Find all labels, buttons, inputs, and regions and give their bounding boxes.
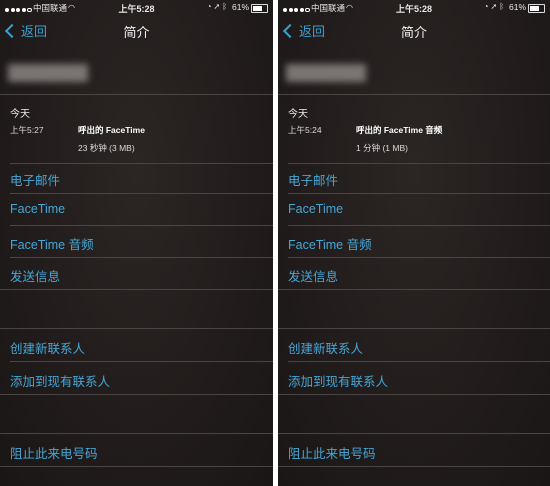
create-new-contact-button[interactable]: 创建新联系人: [10, 338, 85, 357]
contact-name-blurred: [286, 64, 366, 82]
add-to-existing-contact-button[interactable]: 添加到现有联系人: [288, 371, 388, 390]
recents-heading: 今天: [10, 109, 30, 120]
divider: [10, 163, 273, 164]
call-time: 上午5:24: [288, 125, 322, 135]
page-title: 简介: [123, 25, 150, 40]
facetime-button[interactable]: FaceTime: [10, 202, 65, 216]
status-icons: ◔➚ᛒ: [484, 2, 506, 11]
divider: [10, 193, 273, 194]
divider: [0, 466, 273, 467]
facetime-audio-button[interactable]: FaceTime 音频: [10, 234, 94, 253]
battery-percent: 61%: [231, 2, 249, 12]
status-bar: 中国联通 ◠ 上午5:28 ◔➚ᛒ 61%: [278, 0, 550, 16]
battery-icon: [528, 4, 545, 13]
divider: [0, 433, 273, 434]
create-new-contact-button[interactable]: 创建新联系人: [288, 338, 363, 357]
divider: [288, 163, 550, 164]
add-to-existing-contact-button[interactable]: 添加到现有联系人: [10, 371, 110, 390]
battery-percent: 61%: [508, 2, 526, 12]
call-type: 呼出的 FaceTime: [78, 125, 145, 135]
divider: [288, 193, 550, 194]
divider: [278, 394, 550, 395]
divider: [288, 257, 550, 258]
divider: [10, 225, 273, 226]
email-button[interactable]: 电子邮件: [10, 170, 60, 189]
block-caller-button[interactable]: 阻止此来电号码: [10, 443, 98, 462]
facetime-button[interactable]: FaceTime: [288, 202, 343, 216]
divider: [288, 361, 550, 362]
status-icons: ◔➚ᛒ: [207, 2, 229, 11]
location-icon: ➚: [213, 2, 223, 11]
call-type: 呼出的 FaceTime 音频: [356, 125, 443, 135]
recents-heading: 今天: [288, 109, 308, 120]
page-title: 简介: [400, 25, 427, 40]
block-caller-button[interactable]: 阻止此来电号码: [288, 443, 376, 462]
divider: [278, 289, 550, 290]
call-time: 上午5:27: [10, 125, 44, 135]
email-button[interactable]: 电子邮件: [288, 170, 338, 189]
location-icon: ➚: [490, 2, 500, 11]
divider: [0, 328, 273, 329]
divider: [288, 225, 550, 226]
divider: [278, 433, 550, 434]
call-duration: 1 分钟 (1 MB): [356, 143, 408, 153]
divider: [0, 289, 273, 290]
divider: [278, 328, 550, 329]
status-bar: 中国联通 ◠ 上午5:28 ◔➚ᛒ 61%: [0, 0, 273, 16]
navigation-bar: 返回 简介: [0, 18, 273, 44]
navigation-bar: 返回 简介: [278, 18, 550, 44]
contact-name-blurred: [8, 64, 88, 82]
divider: [0, 94, 273, 95]
bluetooth-icon: ᛒ: [499, 2, 506, 11]
divider: [278, 466, 550, 467]
divider: [10, 361, 273, 362]
bluetooth-icon: ᛒ: [222, 2, 229, 11]
divider: [278, 94, 550, 95]
contact-info-screen-left: 中国联通 ◠ 上午5:28 ◔➚ᛒ 61% 返回 简介 今天 上午5:27 呼出…: [0, 0, 273, 486]
send-message-button[interactable]: 发送信息: [288, 266, 338, 285]
divider: [0, 394, 273, 395]
send-message-button[interactable]: 发送信息: [10, 266, 60, 285]
call-duration: 23 秒钟 (3 MB): [78, 143, 135, 153]
facetime-audio-button[interactable]: FaceTime 音频: [288, 234, 372, 253]
contact-info-screen-right: 中国联通 ◠ 上午5:28 ◔➚ᛒ 61% 返回 简介 今天 上午5:24 呼出…: [278, 0, 550, 486]
divider: [10, 257, 273, 258]
battery-icon: [251, 4, 268, 13]
